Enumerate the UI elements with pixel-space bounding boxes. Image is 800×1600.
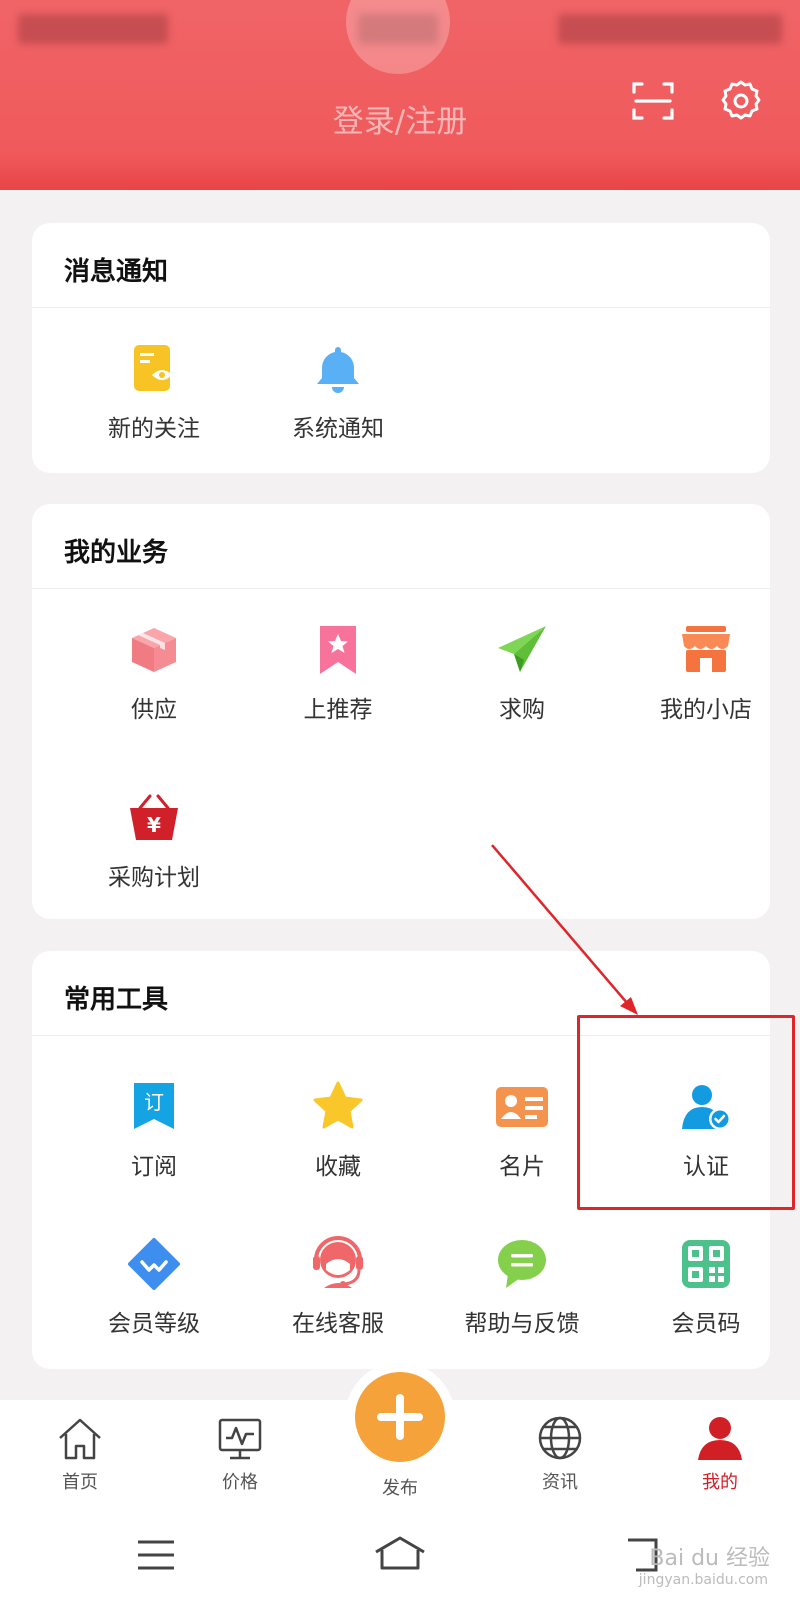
messages-title: 消息通知 — [64, 257, 169, 287]
headset-agent-icon — [313, 1236, 363, 1288]
subscribe-bookmark-icon: 订 — [134, 1083, 174, 1129]
paper-plane-icon — [498, 626, 546, 672]
help-feedback-item[interactable]: 帮助与反馈 — [430, 1236, 614, 1338]
online-service-item[interactable]: 在线客服 — [246, 1236, 430, 1338]
purchase-plan-item[interactable]: ¥ 采购计划 — [62, 790, 246, 892]
globe-icon — [538, 1416, 582, 1460]
my-shop-item[interactable]: 我的小店 — [614, 622, 798, 724]
tools-title: 常用工具 — [64, 985, 169, 1015]
tab-home[interactable]: 首页 — [20, 1414, 140, 1494]
subscribe-item[interactable]: 订 订阅 — [62, 1079, 246, 1181]
messages-card: 消息通知 新的关注 系统通知 — [32, 223, 770, 473]
login-register-link[interactable]: 登录/注册 — [0, 96, 800, 141]
favorites-item[interactable]: 收藏 — [246, 1079, 430, 1181]
bell-icon — [317, 347, 359, 393]
settings-gear-icon[interactable] — [718, 78, 764, 124]
member-level-item[interactable]: 会员等级 — [62, 1236, 246, 1338]
business-card: 我的业务 供应 上推荐 求购 我的小店 ¥ 采购计划 — [32, 504, 770, 919]
profile-header: 登录/注册 — [0, 0, 800, 190]
menu-icon[interactable] — [136, 1538, 176, 1572]
shop-icon — [682, 626, 730, 672]
svg-text:订: 订 — [144, 1090, 164, 1114]
tab-news[interactable]: 资讯 — [500, 1414, 620, 1494]
box-icon — [132, 628, 176, 672]
avatar[interactable] — [346, 0, 450, 74]
system-notice-item[interactable]: 系统通知 — [246, 341, 430, 443]
user-icon — [698, 1417, 742, 1460]
star-icon — [313, 1081, 363, 1129]
diamond-icon — [128, 1238, 180, 1290]
annotation-highlight-box — [577, 1015, 795, 1210]
home-icon — [59, 1418, 101, 1460]
bookmark-star-icon — [320, 626, 356, 674]
member-code-item[interactable]: 会员码 — [614, 1236, 798, 1338]
tab-price[interactable]: 价格 — [180, 1414, 300, 1494]
plus-icon — [377, 1394, 423, 1440]
publish-label: 发布 — [382, 1478, 418, 1499]
chat-bubble-icon — [498, 1240, 546, 1288]
promote-item[interactable]: 上推荐 — [246, 622, 430, 724]
purchase-request-item[interactable]: 求购 — [430, 622, 614, 724]
qr-code-icon — [682, 1240, 730, 1288]
tab-mine[interactable]: 我的 — [660, 1414, 780, 1494]
yen-basket-icon: ¥ — [130, 794, 178, 840]
eye-document-icon — [134, 345, 172, 391]
new-followers-item[interactable]: 新的关注 — [62, 341, 246, 443]
business-card-icon — [496, 1087, 548, 1127]
publish-button[interactable] — [355, 1372, 445, 1462]
price-chart-icon — [218, 1418, 262, 1460]
watermark-url: jingyan.baidu.com — [638, 1572, 768, 1588]
svg-text:¥: ¥ — [147, 813, 161, 837]
watermark-brand: Bai du 经验 — [649, 1546, 770, 1571]
supply-item[interactable]: 供应 — [62, 622, 246, 724]
scan-icon[interactable] — [630, 78, 676, 124]
home-nav-icon[interactable] — [374, 1534, 426, 1574]
business-title: 我的业务 — [64, 538, 169, 568]
